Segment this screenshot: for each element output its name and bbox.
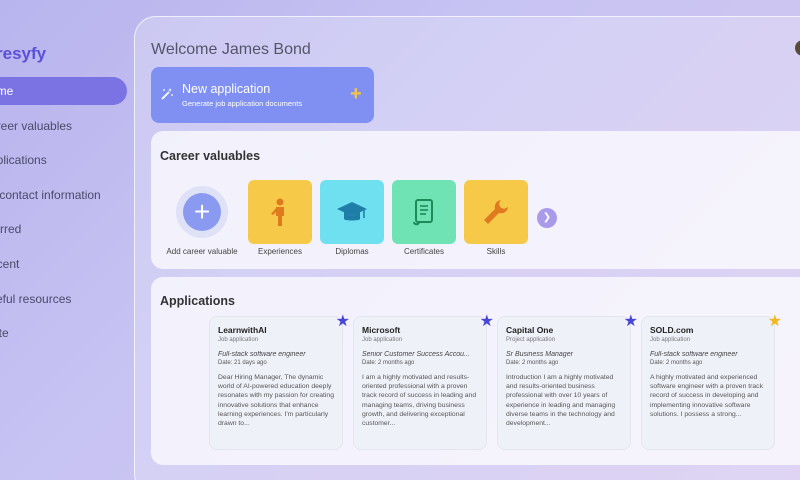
plus-icon: + bbox=[350, 83, 362, 105]
sidebar-nav: ome areer valuables pplications y contac… bbox=[0, 77, 127, 354]
new-application-button[interactable]: New application Generate job application… bbox=[151, 67, 374, 123]
sidebar-item-label: tarred bbox=[0, 222, 22, 237]
card-date: Date: 2 months ago bbox=[650, 360, 703, 366]
card-role: Senior Customer Success Accou... bbox=[362, 351, 470, 358]
application-card[interactable]: ★ Capital One Project application Sr Bus… bbox=[497, 313, 638, 450]
tile-diplomas[interactable]: Diplomas bbox=[320, 180, 384, 256]
sidebar-item-label: pplications bbox=[0, 153, 47, 168]
tile-label: Skills bbox=[486, 247, 506, 256]
tile-label: Certificates bbox=[403, 247, 444, 256]
tile-certificates[interactable]: Certificates bbox=[392, 180, 456, 256]
application-card[interactable]: ★ SOLD.com Job application Full-stack so… bbox=[641, 313, 782, 450]
sidebar-item-label: vite bbox=[0, 326, 9, 341]
star-icon[interactable]: ★ bbox=[624, 311, 638, 331]
new-application-title: New application bbox=[182, 82, 271, 96]
wrench-icon bbox=[464, 180, 528, 244]
sidebar-item-label: ecent bbox=[0, 256, 20, 271]
star-icon[interactable]: ★ bbox=[768, 311, 782, 331]
person-icon bbox=[248, 180, 312, 244]
card-type: Job application bbox=[362, 337, 403, 343]
card-company: SOLD.com bbox=[650, 325, 694, 335]
sidebar-item-home[interactable]: ome bbox=[0, 77, 127, 105]
card-role: Full-stack software engineer bbox=[650, 351, 738, 358]
tile-skills[interactable]: Skills bbox=[464, 180, 528, 256]
card-type: Job application bbox=[218, 337, 259, 343]
sidebar-item-applications[interactable]: pplications bbox=[0, 146, 127, 174]
sidebar-item-label: areer valuables bbox=[0, 118, 73, 133]
brand-logo: resyfy bbox=[0, 44, 47, 63]
card-body: Introduction I am a highly motivated and… bbox=[506, 374, 616, 427]
welcome-heading: Welcome James Bond bbox=[151, 41, 311, 58]
sidebar-item-label: ome bbox=[0, 84, 14, 98]
career-valuables-title: Career valuables bbox=[160, 149, 261, 163]
card-type: Job application bbox=[650, 337, 691, 343]
card-body: I am a highly motivated and results-orie… bbox=[362, 374, 477, 427]
card-role: Full-stack software engineer bbox=[218, 351, 306, 358]
tile-label: Diplomas bbox=[335, 247, 369, 256]
career-valuables-panel: Career valuables + Add career valuable E… bbox=[151, 131, 800, 269]
application-card[interactable]: ★ Microsoft Job application Senior Custo… bbox=[353, 313, 494, 450]
card-date: Date: 2 months ago bbox=[362, 360, 415, 366]
card-body: Dear Hiring Manager, The dynamic world o… bbox=[218, 374, 334, 427]
tile-label: Experiences bbox=[257, 247, 303, 256]
star-icon[interactable]: ★ bbox=[480, 311, 494, 331]
plus-icon: + bbox=[183, 193, 221, 231]
card-date: Date: 21 days ago bbox=[218, 360, 267, 366]
graduation-cap-icon bbox=[320, 180, 384, 244]
sidebar-item-invite[interactable]: vite bbox=[0, 319, 127, 347]
card-company: Capital One bbox=[506, 325, 554, 335]
add-career-valuable-button[interactable]: + Add career valuable bbox=[160, 180, 244, 256]
sidebar-item-career-valuables[interactable]: areer valuables bbox=[0, 112, 127, 140]
card-company: Microsoft bbox=[362, 325, 401, 335]
application-card[interactable]: ★ LearnwithAI Job application Full-stack… bbox=[209, 313, 350, 450]
tile-experiences[interactable]: Experiences bbox=[248, 180, 312, 256]
new-application-subtitle: Generate job application documents bbox=[182, 99, 303, 108]
star-icon[interactable]: ★ bbox=[336, 311, 350, 331]
chevron-right-icon[interactable]: ❯ bbox=[537, 208, 557, 228]
tile-label: Add career valuable bbox=[166, 247, 238, 256]
magic-wand-icon bbox=[160, 87, 174, 104]
sidebar-item-starred[interactable]: tarred bbox=[0, 215, 127, 243]
card-role: Sr Business Manager bbox=[506, 351, 573, 358]
card-date: Date: 2 months ago bbox=[506, 360, 559, 366]
card-type: Project application bbox=[506, 337, 556, 343]
card-body: A highly motivated and experienced softw… bbox=[650, 374, 763, 418]
sidebar-item-recent[interactable]: ecent bbox=[0, 250, 127, 278]
applications-panel: Applications ★ LearnwithAI Job applicati… bbox=[151, 277, 800, 465]
sidebar-item-useful-resources[interactable]: seful resources bbox=[0, 285, 127, 313]
sidebar-item-contact-information[interactable]: y contact information bbox=[0, 181, 127, 209]
sidebar-item-label: seful resources bbox=[0, 291, 72, 306]
card-company: LearnwithAI bbox=[218, 325, 267, 335]
applications-title: Applications bbox=[160, 294, 236, 308]
sidebar-item-label: y contact information bbox=[0, 187, 101, 202]
scroll-icon bbox=[392, 180, 456, 244]
